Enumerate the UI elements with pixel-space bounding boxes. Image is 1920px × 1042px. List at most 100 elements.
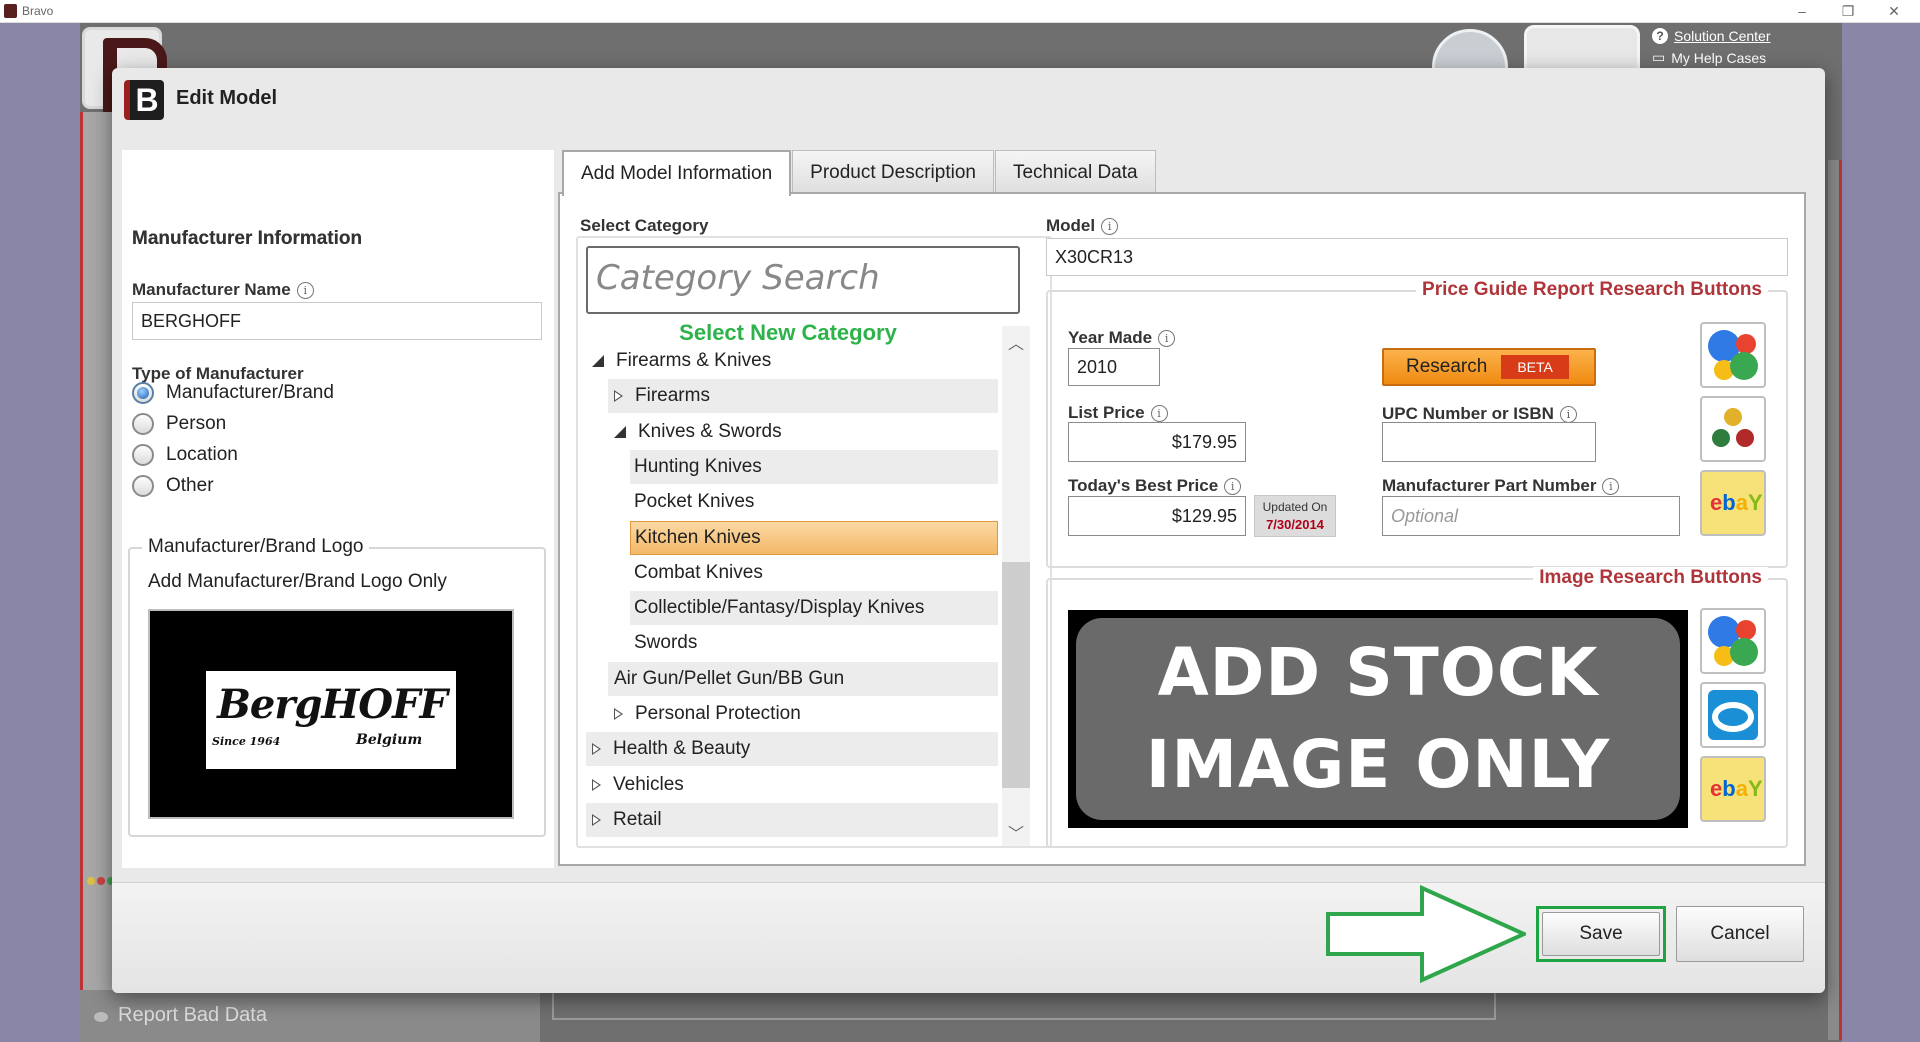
ebay-image-button[interactable]: ebaY [1700, 756, 1766, 822]
google-search-button[interactable] [1700, 322, 1766, 388]
expand-triangle-icon[interactable] [592, 813, 601, 826]
my-help-cases-link[interactable]: My Help Cases [1671, 50, 1766, 66]
radio-button[interactable] [132, 413, 154, 435]
radio-button[interactable] [132, 444, 154, 466]
manufacturer-type-option[interactable]: Other [132, 475, 214, 497]
category-tree-item[interactable]: Knives & Swords [608, 415, 998, 449]
category-tree-label: Knives & Swords [638, 420, 782, 442]
model-label-text: Model [1046, 216, 1096, 235]
best-price-label-text: Today's Best Price [1068, 476, 1219, 495]
color-dots-icon [1712, 408, 1754, 447]
upc-label-text: UPC Number or ISBN [1382, 404, 1554, 423]
minimize-icon[interactable]: – [1782, 1, 1822, 21]
info-icon[interactable]: i [1224, 478, 1242, 495]
expand-triangle-icon[interactable] [614, 708, 623, 720]
category-tree-item[interactable]: Air Gun/Pellet Gun/BB Gun [608, 661, 998, 696]
category-tree-label: Combat Knives [634, 561, 763, 583]
dots-search-button[interactable] [1700, 396, 1766, 462]
close-icon[interactable]: ✕ [1874, 1, 1914, 21]
manufacturer-logo-image[interactable]: BergHOFF Since 1964 Belgium [148, 609, 514, 819]
info-icon[interactable]: i [296, 282, 314, 299]
restore-icon[interactable]: ❐ [1828, 1, 1868, 21]
category-tree-item[interactable]: Personal Protection [608, 697, 998, 731]
price-guide-group: Price Guide Report Research Buttons Year… [1046, 279, 1788, 568]
scroll-up-icon[interactable]: ︿ [1008, 330, 1024, 354]
category-tree-label: Health & Beauty [613, 738, 751, 760]
select-new-category-label: Select New Category [679, 320, 897, 345]
best-price-field[interactable]: $129.95 [1068, 496, 1246, 536]
mpn-label-text: Manufacturer Part Number [1382, 476, 1597, 495]
bing-image-button[interactable] [1700, 682, 1766, 748]
svg-text:ebaY: ebaY [1710, 490, 1762, 515]
tab-technical-data[interactable]: Technical Data [994, 150, 1156, 194]
add-model-tab-panel: Select Category Category Search Select N… [558, 192, 1806, 866]
help-links: ? Solution Center ▭ My Help Cases [1652, 28, 1771, 71]
list-price-label-text: List Price [1068, 403, 1145, 422]
os-title-bar: Bravo – ❐ ✕ [0, 0, 1920, 23]
tab-add-model-information[interactable]: Add Model Information [562, 150, 792, 196]
save-button[interactable]: Save [1542, 912, 1660, 956]
scroll-down-icon[interactable]: ﹀ [1008, 820, 1024, 844]
stock-image-dropzone[interactable]: ADD STOCK IMAGE ONLY [1068, 610, 1688, 828]
category-tree-item[interactable]: Firearms [608, 379, 998, 414]
bravo-logo-icon: B [124, 80, 164, 120]
expand-triangle-icon[interactable] [592, 743, 601, 756]
manufacturer-logo-group: Manufacturer/Brand Logo Add Manufacturer… [128, 536, 546, 837]
category-tree-item[interactable]: Firearms & Knives [586, 344, 998, 378]
category-frame: Category Search Select New Category Fire… [576, 236, 1052, 848]
svg-text:ebaY: ebaY [1710, 776, 1762, 801]
expand-triangle-icon[interactable] [614, 390, 623, 403]
google-image-button[interactable] [1700, 608, 1766, 674]
collapse-triangle-icon[interactable] [592, 355, 604, 367]
info-icon[interactable]: i [1559, 406, 1577, 423]
category-search-input[interactable]: Category Search [586, 246, 1020, 314]
category-tree-label: Air Gun/Pellet Gun/BB Gun [614, 667, 845, 689]
image-research-title: Image Research Buttons [1533, 567, 1768, 589]
research-button[interactable]: Research BETA [1382, 348, 1596, 386]
upc-field[interactable] [1382, 422, 1596, 462]
expand-triangle-icon[interactable] [592, 778, 601, 791]
year-made-field[interactable]: 2010 [1068, 348, 1160, 386]
list-price-field[interactable]: $179.95 [1068, 422, 1246, 462]
category-tree-item[interactable]: Hunting Knives [630, 449, 998, 484]
info-icon[interactable]: i [1158, 330, 1176, 347]
tab-product-description[interactable]: Product Description [792, 150, 994, 194]
radio-button[interactable] [132, 382, 154, 404]
scroll-thumb[interactable] [1002, 562, 1030, 788]
info-icon[interactable]: i [1101, 218, 1119, 235]
model-field[interactable]: X30CR13 [1046, 238, 1788, 276]
category-tree-label: Collectible/Fantasy/Display Knives [634, 597, 925, 619]
report-bad-data-button[interactable]: Report Bad Data [80, 990, 540, 1042]
category-tree-item[interactable]: Swords [630, 626, 998, 660]
category-tree-item[interactable]: Collectible/Fantasy/Display Knives [630, 591, 998, 626]
manufacturer-type-option[interactable]: Location [132, 444, 238, 466]
logo-plate: BergHOFF Since 1964 Belgium [206, 671, 456, 769]
category-tree-item[interactable]: Vehicles [586, 768, 998, 802]
cancel-button[interactable]: Cancel [1676, 906, 1804, 962]
manufacturer-name-field[interactable]: BERGHOFF [132, 302, 542, 340]
manufacturer-type-option[interactable]: Manufacturer/Brand [132, 382, 334, 404]
updated-on-badge: Updated On 7/30/2014 [1254, 495, 1336, 537]
category-scrollbar[interactable]: ︿ ﹀ [1002, 326, 1030, 846]
radio-button[interactable] [132, 475, 154, 497]
category-tree-item[interactable]: Pocket Knives [630, 485, 998, 519]
mpn-field[interactable]: Optional [1382, 496, 1680, 536]
radio-label: Location [166, 444, 238, 465]
ebay-search-button[interactable]: ebaY [1700, 470, 1766, 536]
category-tree-item[interactable]: Combat Knives [630, 556, 998, 590]
radio-label: Other [166, 475, 214, 496]
solution-center-link[interactable]: Solution Center [1674, 28, 1771, 44]
updated-on-label: Updated On [1262, 500, 1328, 514]
info-icon[interactable]: i [1150, 405, 1168, 422]
category-tree-item[interactable]: Retail [586, 802, 998, 837]
category-tree-label: Firearms & Knives [616, 350, 772, 371]
stock-line-2: IMAGE ONLY [1145, 726, 1611, 803]
info-icon[interactable]: i [1602, 478, 1620, 495]
logo-legend: Manufacturer/Brand Logo [142, 536, 370, 558]
category-tree-item[interactable]: Health & Beauty [586, 732, 998, 767]
category-tree-item[interactable]: Kitchen Knives [630, 520, 998, 555]
manufacturer-type-option[interactable]: Person [132, 413, 226, 435]
dialog-header: B Edit Model [112, 68, 1825, 132]
collapse-triangle-icon[interactable] [614, 425, 626, 438]
select-category-label: Select Category [580, 216, 709, 235]
